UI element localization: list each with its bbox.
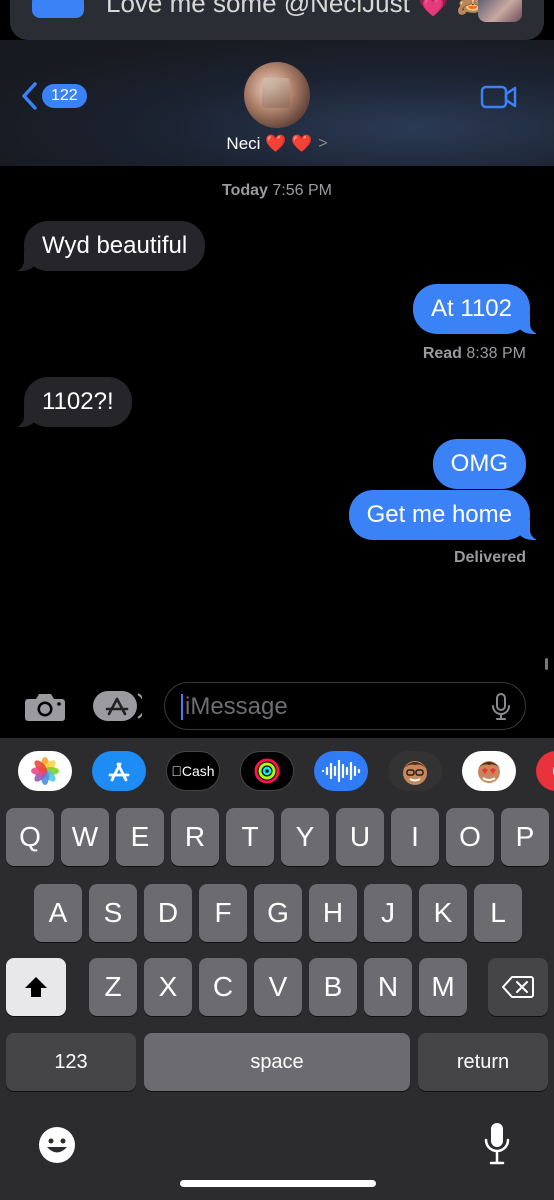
home-indicator[interactable]	[180, 1180, 376, 1187]
contact-name-button[interactable]: Neci ❤️ ❤️ >	[0, 134, 554, 154]
photos-icon[interactable]	[18, 751, 72, 791]
key-j[interactable]: J	[364, 884, 412, 942]
delivered-receipt: Delivered	[453, 549, 526, 566]
notification-banner[interactable]: Love me some @NeciJust 💗 🙈	[10, 0, 544, 40]
key-w[interactable]: W	[61, 808, 109, 866]
emoji-icon[interactable]	[38, 1126, 76, 1164]
key-n[interactable]: N	[364, 958, 412, 1016]
back-button[interactable]: 122	[20, 82, 87, 110]
numbers-key[interactable]: 123	[6, 1033, 136, 1091]
key-f[interactable]: F	[199, 884, 247, 942]
keyboard: Cash	[0, 738, 554, 1200]
imessage-app-strip: Cash	[0, 738, 554, 804]
unread-count-badge: 122	[42, 84, 87, 108]
key-k[interactable]: K	[419, 884, 467, 942]
shift-key[interactable]	[6, 958, 66, 1016]
key-d[interactable]: D	[144, 884, 192, 942]
message-text: OMG	[450, 450, 508, 477]
message-bubble-outgoing[interactable]: Get me home	[348, 490, 541, 540]
text-caret	[181, 694, 183, 720]
key-i[interactable]: I	[391, 808, 439, 866]
imessage-input[interactable]: iMessage	[164, 682, 526, 730]
message-text: Get me home	[366, 501, 512, 528]
read-time: 8:38 PM	[466, 345, 526, 362]
camera-icon[interactable]	[24, 690, 66, 722]
audio-icon[interactable]	[314, 751, 368, 791]
key-m[interactable]: M	[419, 958, 467, 1016]
key-h[interactable]: H	[309, 884, 357, 942]
key-z[interactable]: Z	[89, 958, 137, 1016]
key-b[interactable]: B	[309, 958, 357, 1016]
notification-text: Love me some @NeciJust 💗 🙈	[106, 0, 490, 18]
timestamp-time: 7:56 PM	[272, 182, 332, 199]
key-x[interactable]: X	[144, 958, 192, 1016]
key-e[interactable]: E	[116, 808, 164, 866]
dictation-mic-icon[interactable]	[484, 1122, 510, 1166]
app-store-apps-icon[interactable]	[92, 690, 142, 722]
message-bubble-incoming[interactable]: Wyd beautiful	[13, 221, 206, 271]
shift-icon	[25, 977, 47, 997]
video-call-icon[interactable]	[480, 84, 518, 110]
read-receipt: Read 8:38 PM	[423, 345, 526, 363]
key-g[interactable]: G	[254, 884, 302, 942]
read-label: Read	[422, 345, 462, 362]
key-o[interactable]: O	[446, 808, 494, 866]
message-bubble-incoming[interactable]: 1102?!	[14, 377, 132, 427]
chevron-left-icon	[22, 82, 37, 110]
delete-key[interactable]	[488, 958, 548, 1016]
message-text: At 1102	[431, 295, 512, 322]
cash-icon[interactable]: Cash	[166, 751, 220, 791]
memoji-stickers-icon[interactable]	[462, 751, 516, 791]
memoji-icon[interactable]	[388, 751, 442, 791]
key-y[interactable]: Y	[281, 808, 329, 866]
notification-thumbnail	[478, 0, 522, 22]
contact-name: Neci ❤️ ❤️	[226, 134, 313, 153]
contact-avatar[interactable]	[244, 62, 310, 128]
backspace-icon	[502, 976, 534, 998]
conversation-header: 122 Neci ❤️ ❤️ >	[0, 40, 554, 166]
scrollbar[interactable]	[545, 658, 548, 670]
key-s[interactable]: S	[89, 884, 137, 942]
key-p[interactable]: P	[501, 808, 549, 866]
message-text: Wyd beautiful	[42, 232, 188, 259]
message-bubble-outgoing[interactable]: At 1102	[413, 284, 540, 334]
thread-timestamp: Today 7:56 PM	[0, 182, 554, 200]
messages-app-icon	[32, 0, 84, 18]
microphone-icon[interactable]	[491, 693, 511, 721]
space-key[interactable]: space	[144, 1033, 410, 1091]
activity-icon[interactable]	[240, 751, 294, 791]
message-text: 1102?!	[42, 388, 114, 415]
key-t[interactable]: T	[226, 808, 274, 866]
app-store-icon[interactable]	[92, 751, 146, 791]
key-c[interactable]: C	[199, 958, 247, 1016]
message-bubble-outgoing[interactable]: OMG	[432, 439, 526, 489]
key-l[interactable]: L	[474, 884, 522, 942]
web-search-icon[interactable]	[536, 751, 554, 791]
chevron-right-icon: >	[318, 135, 328, 152]
key-r[interactable]: R	[171, 808, 219, 866]
return-key[interactable]: return	[418, 1033, 548, 1091]
key-v[interactable]: V	[254, 958, 302, 1016]
timestamp-day: Today	[222, 182, 268, 199]
input-placeholder: iMessage	[185, 693, 288, 720]
key-a[interactable]: A	[34, 884, 82, 942]
key-q[interactable]: Q	[6, 808, 54, 866]
cash-label: Cash	[176, 763, 215, 779]
key-u[interactable]: U	[336, 808, 384, 866]
